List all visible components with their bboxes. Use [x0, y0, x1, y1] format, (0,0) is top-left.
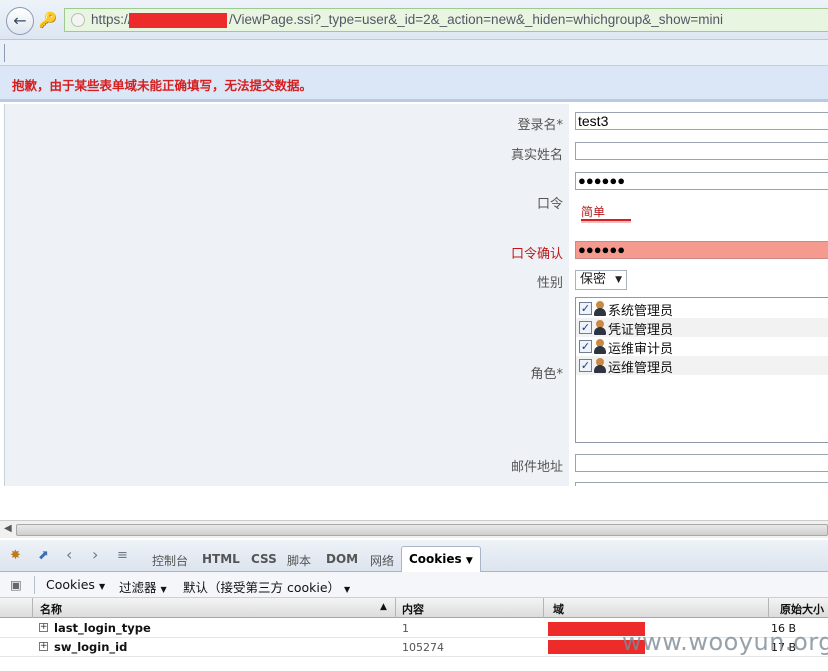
- role-label: 角色*: [530, 367, 563, 382]
- checkbox[interactable]: ✓: [579, 340, 592, 353]
- url-field[interactable]: https:// /ViewPage.ssi?_type=user&_id=2&…: [64, 8, 828, 32]
- default-policy-label: 默认（接受第三方 cookie）: [183, 580, 341, 595]
- error-message: 抱歉，由于某些表单域未能正确填写，无法提交数据。: [12, 78, 313, 93]
- role-name: 系统管理员: [608, 304, 674, 319]
- sort-asc-icon: ▲: [380, 602, 387, 612]
- chevron-down-icon: ▼: [615, 275, 622, 285]
- tab-dom[interactable]: DOM: [326, 552, 358, 566]
- gender-value: 保密: [580, 272, 607, 287]
- tab-css[interactable]: CSS: [251, 552, 277, 566]
- user-icon: [593, 301, 607, 317]
- role-list: ✓ 系统管理员 ✓ 凭证管理员 ✓ 运维审计员 ✓ 运维管理员: [575, 297, 828, 443]
- divider: [34, 576, 35, 594]
- firebug-icon[interactable]: ✸: [10, 548, 21, 563]
- confirm-label: 口令确认: [510, 247, 563, 262]
- column-divider: [395, 598, 396, 618]
- tab-console[interactable]: 控制台: [152, 552, 188, 569]
- checkbox[interactable]: ✓: [579, 359, 592, 372]
- secondary-toolbar: [0, 40, 828, 66]
- gender-label: 性别: [536, 276, 563, 291]
- cookie-name: last_login_type: [54, 621, 151, 635]
- call-stack-icon[interactable]: ≡: [117, 548, 128, 563]
- cookies-table-header: 名称 ▲ 内容 域 原始大小: [0, 598, 828, 618]
- address-bar: ← 🔑 https:// /ViewPage.ssi?_type=user&_i…: [0, 0, 828, 40]
- confirm-password-input[interactable]: ●●●●●●: [575, 241, 828, 259]
- col-content[interactable]: 内容: [402, 601, 424, 617]
- chevron-down-icon: ▼: [344, 585, 351, 594]
- checkbox[interactable]: ✓: [579, 302, 592, 315]
- url-prefix: https://: [91, 12, 132, 27]
- password-input[interactable]: ●●●●●●: [575, 172, 828, 190]
- cookie-name: sw_login_id: [54, 640, 128, 654]
- redacted-host: [129, 13, 227, 28]
- cookies-menu-label: Cookies: [46, 577, 95, 592]
- scroll-left-icon[interactable]: ◀: [4, 523, 12, 534]
- cookies-menu[interactable]: Cookies ▼: [46, 577, 105, 592]
- role-name: 运维管理员: [608, 361, 674, 376]
- back-arrow-icon[interactable]: ←: [6, 7, 34, 35]
- firebug-toolbar: ✸ ⬈ ‹ › ≡ 控制台 HTML CSS 脚本 DOM 网络 Cookies…: [0, 540, 828, 573]
- chevron-down-icon: ▼: [160, 585, 167, 594]
- role-item[interactable]: ✓ 系统管理员: [576, 299, 828, 319]
- col-raw-size[interactable]: 原始大小: [780, 601, 824, 617]
- url-path: /ViewPage.ssi?_type=user&_id=2&_action=n…: [229, 12, 723, 27]
- error-banner: 抱歉，由于某些表单域未能正确填写，无法提交数据。: [0, 66, 828, 102]
- prev-icon[interactable]: ‹: [66, 545, 72, 564]
- expand-icon[interactable]: +: [39, 623, 48, 632]
- next-icon[interactable]: ›: [92, 545, 98, 564]
- user-icon: [593, 339, 607, 355]
- strength-bar: [581, 219, 631, 223]
- tab-script[interactable]: 脚本: [287, 552, 311, 569]
- user-form: 登录名* test3 真实姓名 ●●●●●● 口令 简单 口令确认 ●●●●●●…: [0, 104, 828, 486]
- tab-network[interactable]: 网络: [370, 552, 394, 569]
- inspect-icon[interactable]: ⬈: [38, 548, 49, 563]
- cookie-value: 1: [402, 622, 409, 635]
- next-field-input[interactable]: [575, 482, 828, 486]
- realname-input[interactable]: [575, 142, 828, 160]
- expand-icon[interactable]: +: [39, 642, 48, 651]
- filter-menu-label: 过滤器: [119, 580, 157, 595]
- user-icon: [593, 358, 607, 374]
- column-divider: [768, 598, 769, 618]
- tab-html[interactable]: HTML: [202, 552, 240, 566]
- role-item[interactable]: ✓ 运维审计员: [576, 337, 828, 357]
- tab-cookies[interactable]: Cookies ▼: [401, 546, 481, 573]
- chevron-down-icon: ▼: [98, 582, 106, 591]
- default-policy-menu[interactable]: 默认（接受第三方 cookie） ▼: [183, 577, 350, 596]
- email-input[interactable]: [575, 454, 828, 472]
- password-strength: 简单: [581, 205, 606, 219]
- key-icon[interactable]: 🔑: [37, 8, 59, 32]
- cookie-value: 105274: [402, 641, 444, 654]
- tab-cookies-label: Cookies: [409, 552, 462, 566]
- role-item[interactable]: ✓ 运维管理员: [576, 356, 828, 376]
- user-icon: [593, 320, 607, 336]
- filter-menu[interactable]: 过滤器 ▼: [119, 577, 167, 596]
- column-divider: [543, 598, 544, 618]
- login-label: 登录名*: [517, 118, 563, 133]
- scrollbar-thumb[interactable]: [16, 524, 828, 536]
- watermark: www.wooyun.org: [622, 628, 828, 656]
- globe-icon: [71, 13, 85, 27]
- col-domain[interactable]: 域: [553, 601, 564, 617]
- email-label: 邮件地址: [510, 460, 563, 475]
- cookies-subtoolbar: ▣ Cookies ▼ 过滤器 ▼ 默认（接受第三方 cookie） ▼: [0, 572, 828, 598]
- column-divider: [32, 598, 33, 618]
- toolbar-divider: [4, 44, 5, 62]
- chevron-down-icon: ▼: [465, 556, 473, 566]
- cookie-icon[interactable]: ▣: [10, 577, 22, 592]
- gender-select[interactable]: 保密 ▼: [575, 270, 627, 290]
- horizontal-scrollbar[interactable]: ◀: [0, 520, 828, 538]
- password-label: 口令: [536, 197, 563, 212]
- role-item[interactable]: ✓ 凭证管理员: [576, 318, 828, 338]
- form-label-panel: [4, 104, 569, 486]
- col-name[interactable]: 名称: [40, 601, 62, 617]
- login-input[interactable]: test3: [575, 112, 828, 130]
- checkbox[interactable]: ✓: [579, 321, 592, 334]
- realname-label: 真实姓名: [510, 148, 563, 163]
- role-name: 凭证管理员: [608, 323, 674, 338]
- role-name: 运维审计员: [608, 342, 674, 357]
